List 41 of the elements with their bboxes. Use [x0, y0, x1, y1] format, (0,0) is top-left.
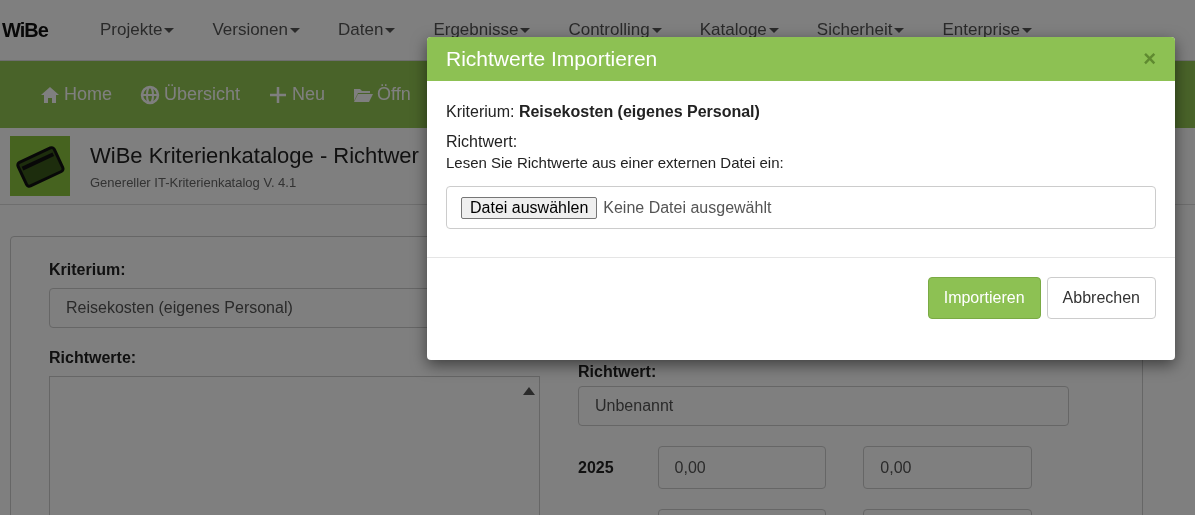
menu-item[interactable]: Enterprise [942, 20, 1032, 40]
choose-file-button[interactable]: Datei auswählen [461, 196, 598, 219]
globe-icon [140, 84, 160, 105]
menu-item[interactable]: Kataloge [699, 20, 779, 40]
catalog-icon [10, 136, 70, 196]
caret-icon [651, 27, 662, 33]
field-label: Kriterium: [49, 261, 127, 279]
cancel-button[interactable]: Abbrechen [1046, 277, 1156, 319]
instruction-text: Lesen Sie Richtwerte aus einer externen Datei ein: [446, 154, 785, 171]
logo[interactable]: WiBe [2, 18, 100, 42]
page-subtitle: Genereller IT-Kriterienkatalog V. 4.1 [90, 174, 298, 190]
menu-item[interactable]: Versionen [212, 20, 300, 40]
input-field[interactable]: 0,00 [863, 446, 1032, 489]
home-icon [40, 84, 60, 105]
file-status: Keine Datei ausgewählt [603, 198, 772, 217]
menu-item[interactable]: Projekte [100, 20, 175, 40]
file-input[interactable]: Datei auswählen Keine Datei ausgewählt [446, 186, 1156, 229]
menu-item[interactable]: Controlling [568, 20, 662, 40]
menu-item[interactable]: Daten [338, 20, 396, 40]
menu-item[interactable]: Sicherheit [816, 20, 905, 40]
menu-item[interactable]: Ergebnisse [433, 20, 531, 40]
field-label: Richtwert: [446, 133, 519, 151]
close-button[interactable]: × [1143, 46, 1156, 72]
caret-icon [164, 27, 175, 33]
scroll-up-icon[interactable] [523, 387, 535, 395]
caret-icon [768, 27, 779, 33]
field-label: Richtwert: [578, 363, 658, 381]
plus-icon [268, 84, 289, 105]
input-field[interactable]: 0,00 [657, 446, 827, 489]
modal-title: Richtwerte Importieren [446, 47, 658, 71]
caret-icon [290, 27, 300, 33]
page-title: WiBe Kriterienkataloge - Richtwer [90, 142, 419, 169]
import-button[interactable]: Importieren [927, 277, 1041, 319]
caret-icon [894, 27, 905, 33]
field-label: Richtwerte: [49, 349, 138, 367]
caret-icon [520, 27, 531, 33]
criterion-text: Kriterium: Reisekosten (eigenes Personal) [446, 103, 761, 121]
year-label: 2025 [578, 458, 615, 477]
caret-icon [1021, 27, 1032, 33]
input-field[interactable]: Unbenannt [578, 386, 1069, 426]
caret-icon [385, 27, 396, 33]
